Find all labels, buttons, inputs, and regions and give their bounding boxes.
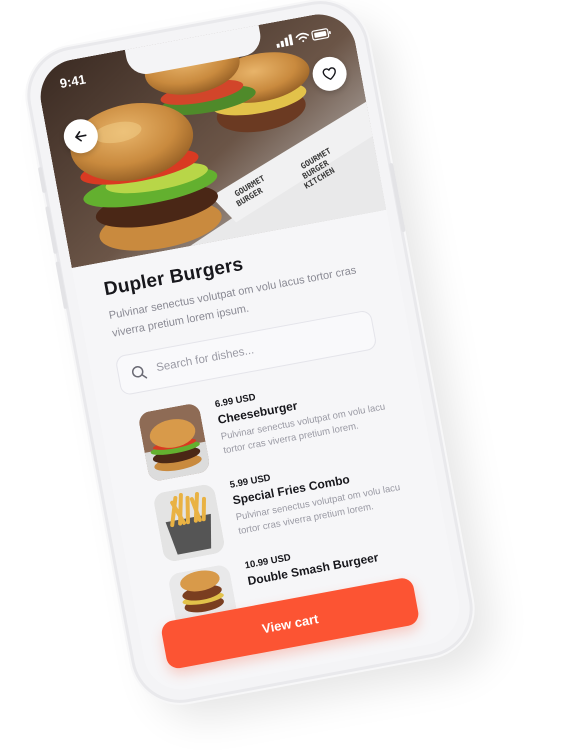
arrow-left-icon: [75, 131, 87, 142]
dish-image: [152, 482, 226, 564]
dish-image: [137, 402, 212, 483]
battery-icon: [311, 28, 331, 41]
signal-icon: [276, 34, 294, 48]
phone-mockup: GOURMET BURGER KITCHEN GOURMET BURGER 9:…: [22, 0, 478, 708]
search-icon: [131, 366, 148, 379]
heart-icon: [322, 67, 336, 80]
search-placeholder: Search for dishes...: [155, 344, 255, 375]
app-screen: GOURMET BURGER KITCHEN GOURMET BURGER 9:…: [34, 8, 466, 696]
wifi-icon: [295, 32, 310, 43]
